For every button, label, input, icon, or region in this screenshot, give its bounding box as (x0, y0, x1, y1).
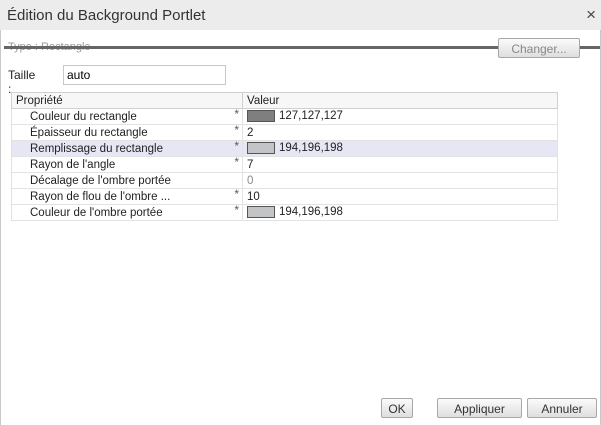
required-star: * (234, 125, 239, 137)
cancel-button[interactable]: Annuler (527, 398, 597, 418)
property-name: Couleur du rectangle (30, 110, 137, 123)
property-name: Rayon de flou de l'ombre ... (30, 190, 171, 203)
property-name: Décalage de l'ombre portée (30, 174, 171, 187)
header-value: Valeur (242, 92, 558, 109)
required-star: * (234, 141, 239, 153)
property-name: Remplissage du rectangle (30, 142, 163, 155)
property-grid-header: Propriété Valeur (11, 92, 558, 109)
property-value[interactable]: 194,196,198 (279, 143, 343, 155)
property-row-rectangle-color[interactable]: Couleur du rectangle * 127,127,127 (11, 108, 558, 125)
required-star: * (234, 205, 239, 217)
color-swatch[interactable] (247, 110, 275, 123)
color-swatch[interactable] (247, 142, 275, 155)
size-input[interactable] (63, 65, 226, 85)
property-row-shadow-offset[interactable]: Décalage de l'ombre portée 0 (11, 172, 558, 189)
dialog-titlebar: Édition du Background Portlet × (0, 0, 601, 30)
property-value[interactable]: 194,196,198 (279, 207, 343, 219)
property-row-rectangle-fill[interactable]: Remplissage du rectangle * 194,196,198 (11, 140, 558, 157)
property-value[interactable]: 0 (247, 175, 253, 187)
change-type-button[interactable]: Changer... (498, 38, 580, 58)
required-star: * (234, 189, 239, 201)
required-star: * (234, 157, 239, 169)
property-value[interactable]: 7 (247, 159, 253, 171)
close-icon[interactable]: × (586, 5, 596, 25)
property-row-rectangle-thickness[interactable]: Épaisseur du rectangle * 2 (11, 124, 558, 141)
dialog-title: Édition du Background Portlet (7, 7, 206, 24)
property-name: Couleur de l'ombre portée (30, 206, 163, 219)
ok-button[interactable]: OK (381, 398, 413, 418)
property-row-shadow-color[interactable]: Couleur de l'ombre portée * 194,196,198 (11, 204, 558, 221)
property-value[interactable]: 2 (247, 127, 253, 139)
header-property: Propriété (11, 92, 243, 109)
required-star: * (234, 109, 239, 121)
color-swatch[interactable] (247, 206, 275, 219)
property-name: Épaisseur du rectangle (30, 126, 148, 139)
property-row-shadow-blur[interactable]: Rayon de flou de l'ombre ... * 10 (11, 188, 558, 205)
property-value[interactable]: 127,127,127 (279, 111, 343, 123)
dialog-border-left (0, 30, 1, 425)
property-name: Rayon de l'angle (30, 158, 116, 171)
property-row-corner-radius[interactable]: Rayon de l'angle * 7 (11, 156, 558, 173)
property-grid: Propriété Valeur Couleur du rectangle * 1… (11, 92, 558, 221)
property-value[interactable]: 10 (247, 191, 260, 203)
apply-button[interactable]: Appliquer (437, 398, 522, 418)
